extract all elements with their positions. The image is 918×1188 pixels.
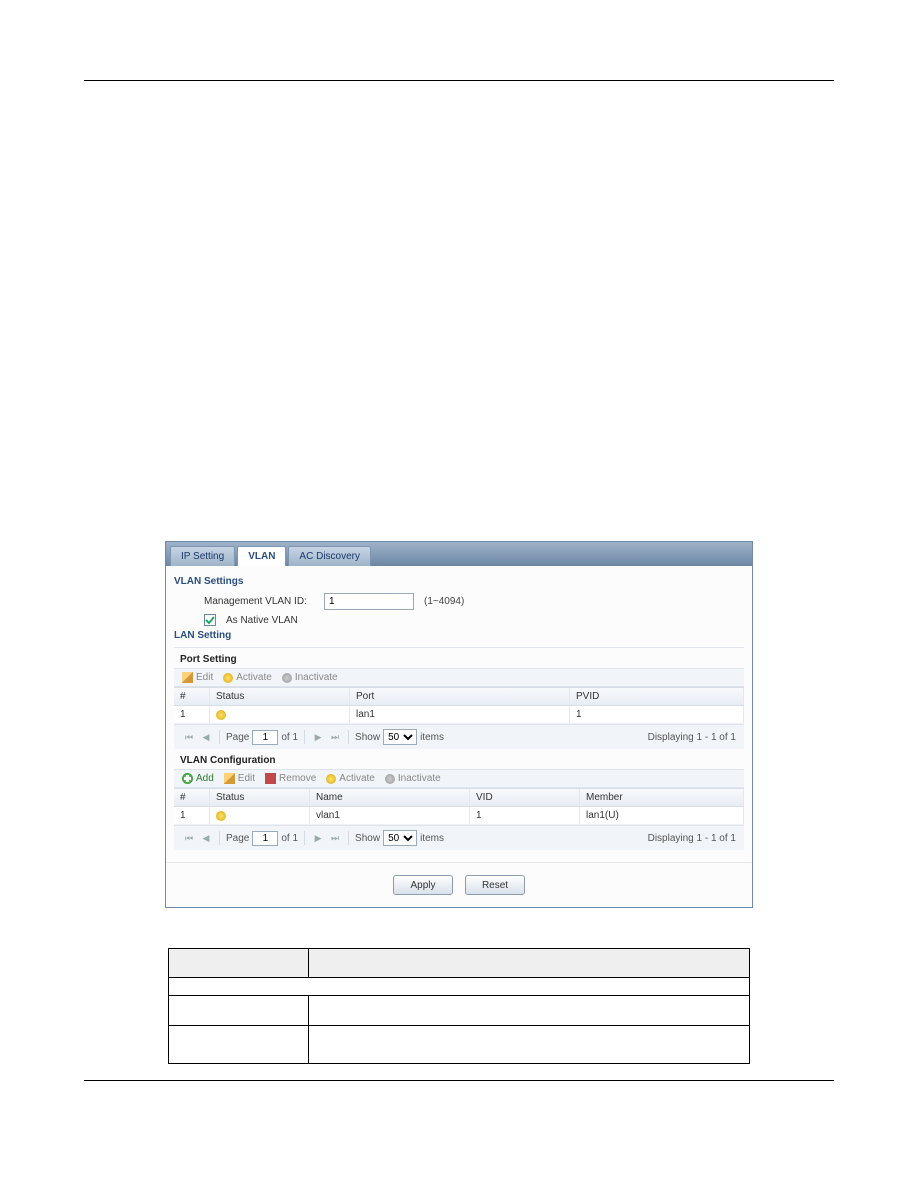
toolbar-port: Edit Activate Inactivate — [174, 668, 744, 687]
pager-display-label: Displaying 1 - 1 of 1 — [648, 833, 736, 844]
edit-icon — [182, 672, 193, 683]
plus-icon — [182, 773, 193, 784]
table-row[interactable]: 1 vlan1 1 lan1(U) — [174, 807, 744, 825]
input-mgmt-vlan-id[interactable] — [324, 593, 414, 610]
pager-show-label: Show — [355, 833, 380, 844]
cell-idx: 1 — [174, 706, 210, 723]
pager-next-icon[interactable]: ▶ — [311, 730, 325, 744]
divider — [174, 647, 744, 648]
edit-icon — [224, 773, 235, 784]
btn-edit-vlan[interactable]: Edit — [224, 773, 255, 784]
reset-button[interactable]: Reset — [465, 875, 525, 895]
btn-edit-port[interactable]: Edit — [182, 672, 213, 683]
col-vid[interactable]: VID — [470, 789, 580, 806]
cell-vid: 1 — [470, 807, 580, 824]
pager-show-label: Show — [355, 732, 380, 743]
row-mgmt-vlan: Management VLAN ID: (1~4094) — [174, 593, 744, 610]
bulb-icon — [223, 673, 233, 683]
pager-prev-icon[interactable]: ◀ — [199, 730, 213, 744]
cell-name: vlan1 — [310, 807, 470, 824]
pager-show-select[interactable]: 50 — [383, 830, 417, 846]
pager-page-input[interactable] — [252, 730, 278, 745]
btn-remove-vlan[interactable]: Remove — [265, 773, 316, 784]
grid-port-setting: # Status Port PVID 1 lan1 1 — [174, 687, 744, 724]
page-rule-bottom — [84, 1080, 834, 1081]
bulb-off-icon — [385, 774, 395, 784]
bulb-icon — [326, 774, 336, 784]
bulb-off-icon — [282, 673, 292, 683]
pager-display-label: Displaying 1 - 1 of 1 — [648, 732, 736, 743]
panel-vlan: VLAN Settings Management VLAN ID: (1~409… — [166, 566, 752, 862]
pager-items-label: items — [420, 833, 444, 844]
cell-status — [210, 706, 350, 723]
pager-page-input[interactable] — [252, 831, 278, 846]
pager-page-label: Page — [226, 732, 249, 743]
pager-first-icon[interactable]: ⏮ — [182, 730, 196, 744]
grid-port-header: # Status Port PVID — [174, 688, 744, 706]
vlan-config-window: IP Setting VLAN AC Discovery VLAN Settin… — [165, 541, 753, 908]
tab-ip-setting[interactable]: IP Setting — [170, 546, 235, 566]
section-vlan-settings: VLAN Settings — [174, 576, 744, 587]
col-idx[interactable]: # — [174, 688, 210, 705]
col-idx[interactable]: # — [174, 789, 210, 806]
pager-of-label: of 1 — [281, 732, 298, 743]
footer-table — [168, 948, 750, 1064]
pager-port: ⏮ ◀ Page of 1 ▶ ⏭ Show 50 items Displayi… — [174, 724, 744, 749]
title-vlan-config: VLAN Configuration — [180, 755, 744, 766]
cell-status — [210, 807, 310, 824]
cell-pvid: 1 — [570, 706, 744, 723]
cell-port: lan1 — [350, 706, 570, 723]
grid-vlan-config: # Status Name VID Member 1 vlan1 1 lan1(… — [174, 788, 744, 825]
pager-page-label: Page — [226, 833, 249, 844]
table-row[interactable]: 1 lan1 1 — [174, 706, 744, 724]
col-member[interactable]: Member — [580, 789, 744, 806]
btn-inactivate-vlan[interactable]: Inactivate — [385, 773, 441, 784]
title-port-setting: Port Setting — [180, 654, 744, 665]
btn-add-vlan[interactable]: Add — [182, 773, 214, 784]
col-name[interactable]: Name — [310, 789, 470, 806]
checkbox-native-vlan[interactable] — [204, 614, 216, 626]
btn-activate-vlan[interactable]: Activate — [326, 773, 375, 784]
status-active-icon — [216, 710, 226, 720]
tab-bar: IP Setting VLAN AC Discovery — [166, 542, 752, 566]
label-mgmt-vlan: Management VLAN ID: — [174, 596, 314, 607]
hint-mgmt-vlan: (1~4094) — [424, 596, 464, 607]
pager-of-label: of 1 — [281, 833, 298, 844]
pager-first-icon[interactable]: ⏮ — [182, 831, 196, 845]
col-pvid[interactable]: PVID — [570, 688, 744, 705]
cell-member: lan1(U) — [580, 807, 744, 824]
pager-last-icon[interactable]: ⏭ — [328, 831, 342, 845]
row-native-vlan: As Native VLAN — [174, 614, 744, 626]
apply-button[interactable]: Apply — [393, 875, 453, 895]
col-status[interactable]: Status — [210, 688, 350, 705]
section-lan-setting: LAN Setting — [174, 630, 744, 641]
btn-activate-port[interactable]: Activate — [223, 672, 272, 683]
pager-prev-icon[interactable]: ◀ — [199, 831, 213, 845]
pager-vlan: ⏮ ◀ Page of 1 ▶ ⏭ Show 50 items Displayi… — [174, 825, 744, 850]
col-status[interactable]: Status — [210, 789, 310, 806]
grid-vlan-header: # Status Name VID Member — [174, 789, 744, 807]
btn-inactivate-port[interactable]: Inactivate — [282, 672, 338, 683]
page-rule-top — [84, 80, 834, 81]
tab-ac-discovery[interactable]: AC Discovery — [288, 546, 371, 566]
pager-last-icon[interactable]: ⏭ — [328, 730, 342, 744]
tab-vlan[interactable]: VLAN — [237, 546, 286, 566]
toolbar-vlan: Add Edit Remove Activate Inactivate — [174, 769, 744, 788]
button-bar: Apply Reset — [166, 862, 752, 907]
pager-show-select[interactable]: 50 — [383, 729, 417, 745]
pager-items-label: items — [420, 732, 444, 743]
col-port[interactable]: Port — [350, 688, 570, 705]
label-native-vlan: As Native VLAN — [226, 615, 298, 626]
status-active-icon — [216, 811, 226, 821]
pager-next-icon[interactable]: ▶ — [311, 831, 325, 845]
cell-idx: 1 — [174, 807, 210, 824]
trash-icon — [265, 773, 276, 784]
